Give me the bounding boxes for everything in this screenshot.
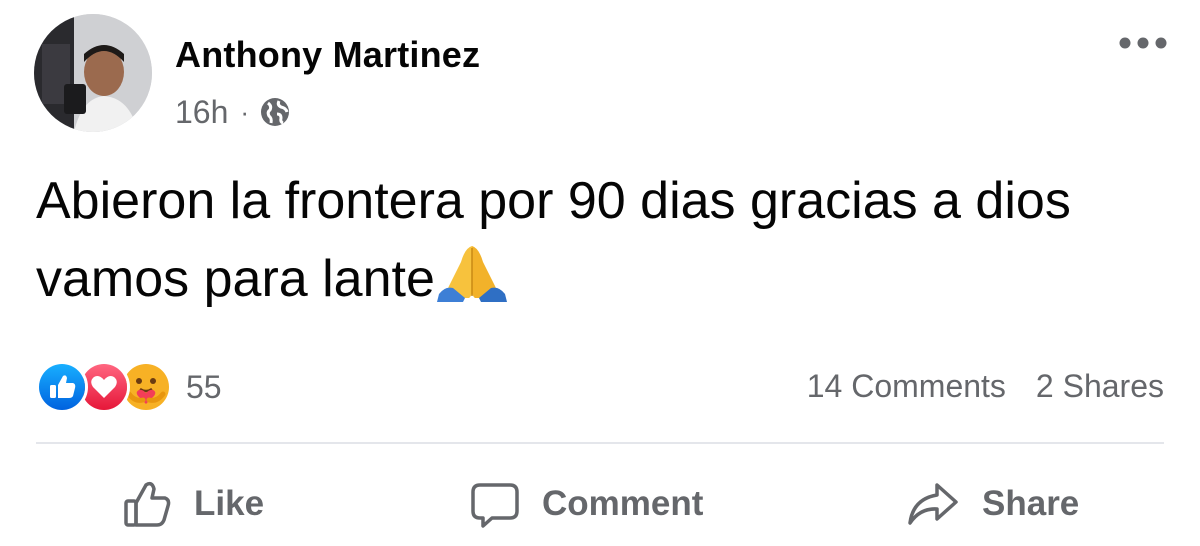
author-name[interactable]: Anthony Martinez — [175, 34, 480, 76]
comment-bubble-icon — [471, 483, 519, 528]
comments-count-link[interactable]: 14 Comments — [807, 368, 1006, 405]
author-avatar[interactable] — [34, 14, 152, 132]
post-timestamp[interactable]: 16h — [175, 94, 228, 131]
like-button[interactable]: Like — [122, 474, 264, 534]
post-message: Abieron la frontera por 90 dias gracias … — [36, 172, 1071, 308]
reaction-count: 55 — [186, 368, 222, 405]
comment-button[interactable]: Comment — [470, 474, 703, 534]
divider — [36, 442, 1164, 444]
shares-count-link[interactable]: 2 Shares — [1036, 368, 1164, 405]
share-button[interactable]: Share — [906, 474, 1079, 534]
globe-icon — [261, 98, 290, 126]
like-label: Like — [194, 484, 265, 523]
meta-separator: · — [240, 96, 250, 127]
avatar-photo — [34, 14, 152, 132]
thumbs-up-icon — [124, 481, 171, 527]
post-card: Anthony Martinez 16h · Abieron la fronte… — [0, 0, 1200, 546]
comment-label: Comment — [542, 484, 704, 523]
share-label: Share — [982, 484, 1080, 523]
engagement-stats: 14 Comments 2 Shares — [807, 366, 1164, 406]
like-reaction-icon — [36, 361, 88, 413]
post-text: Abieron la frontera por 90 dias gracias … — [36, 162, 1176, 318]
more-options-icon[interactable] — [1118, 28, 1168, 58]
folded-hands-emoji — [436, 246, 507, 302]
reactions-summary[interactable]: 55 — [36, 361, 222, 413]
share-arrow-icon — [908, 483, 958, 525]
post-meta: 16h · — [175, 92, 291, 132]
